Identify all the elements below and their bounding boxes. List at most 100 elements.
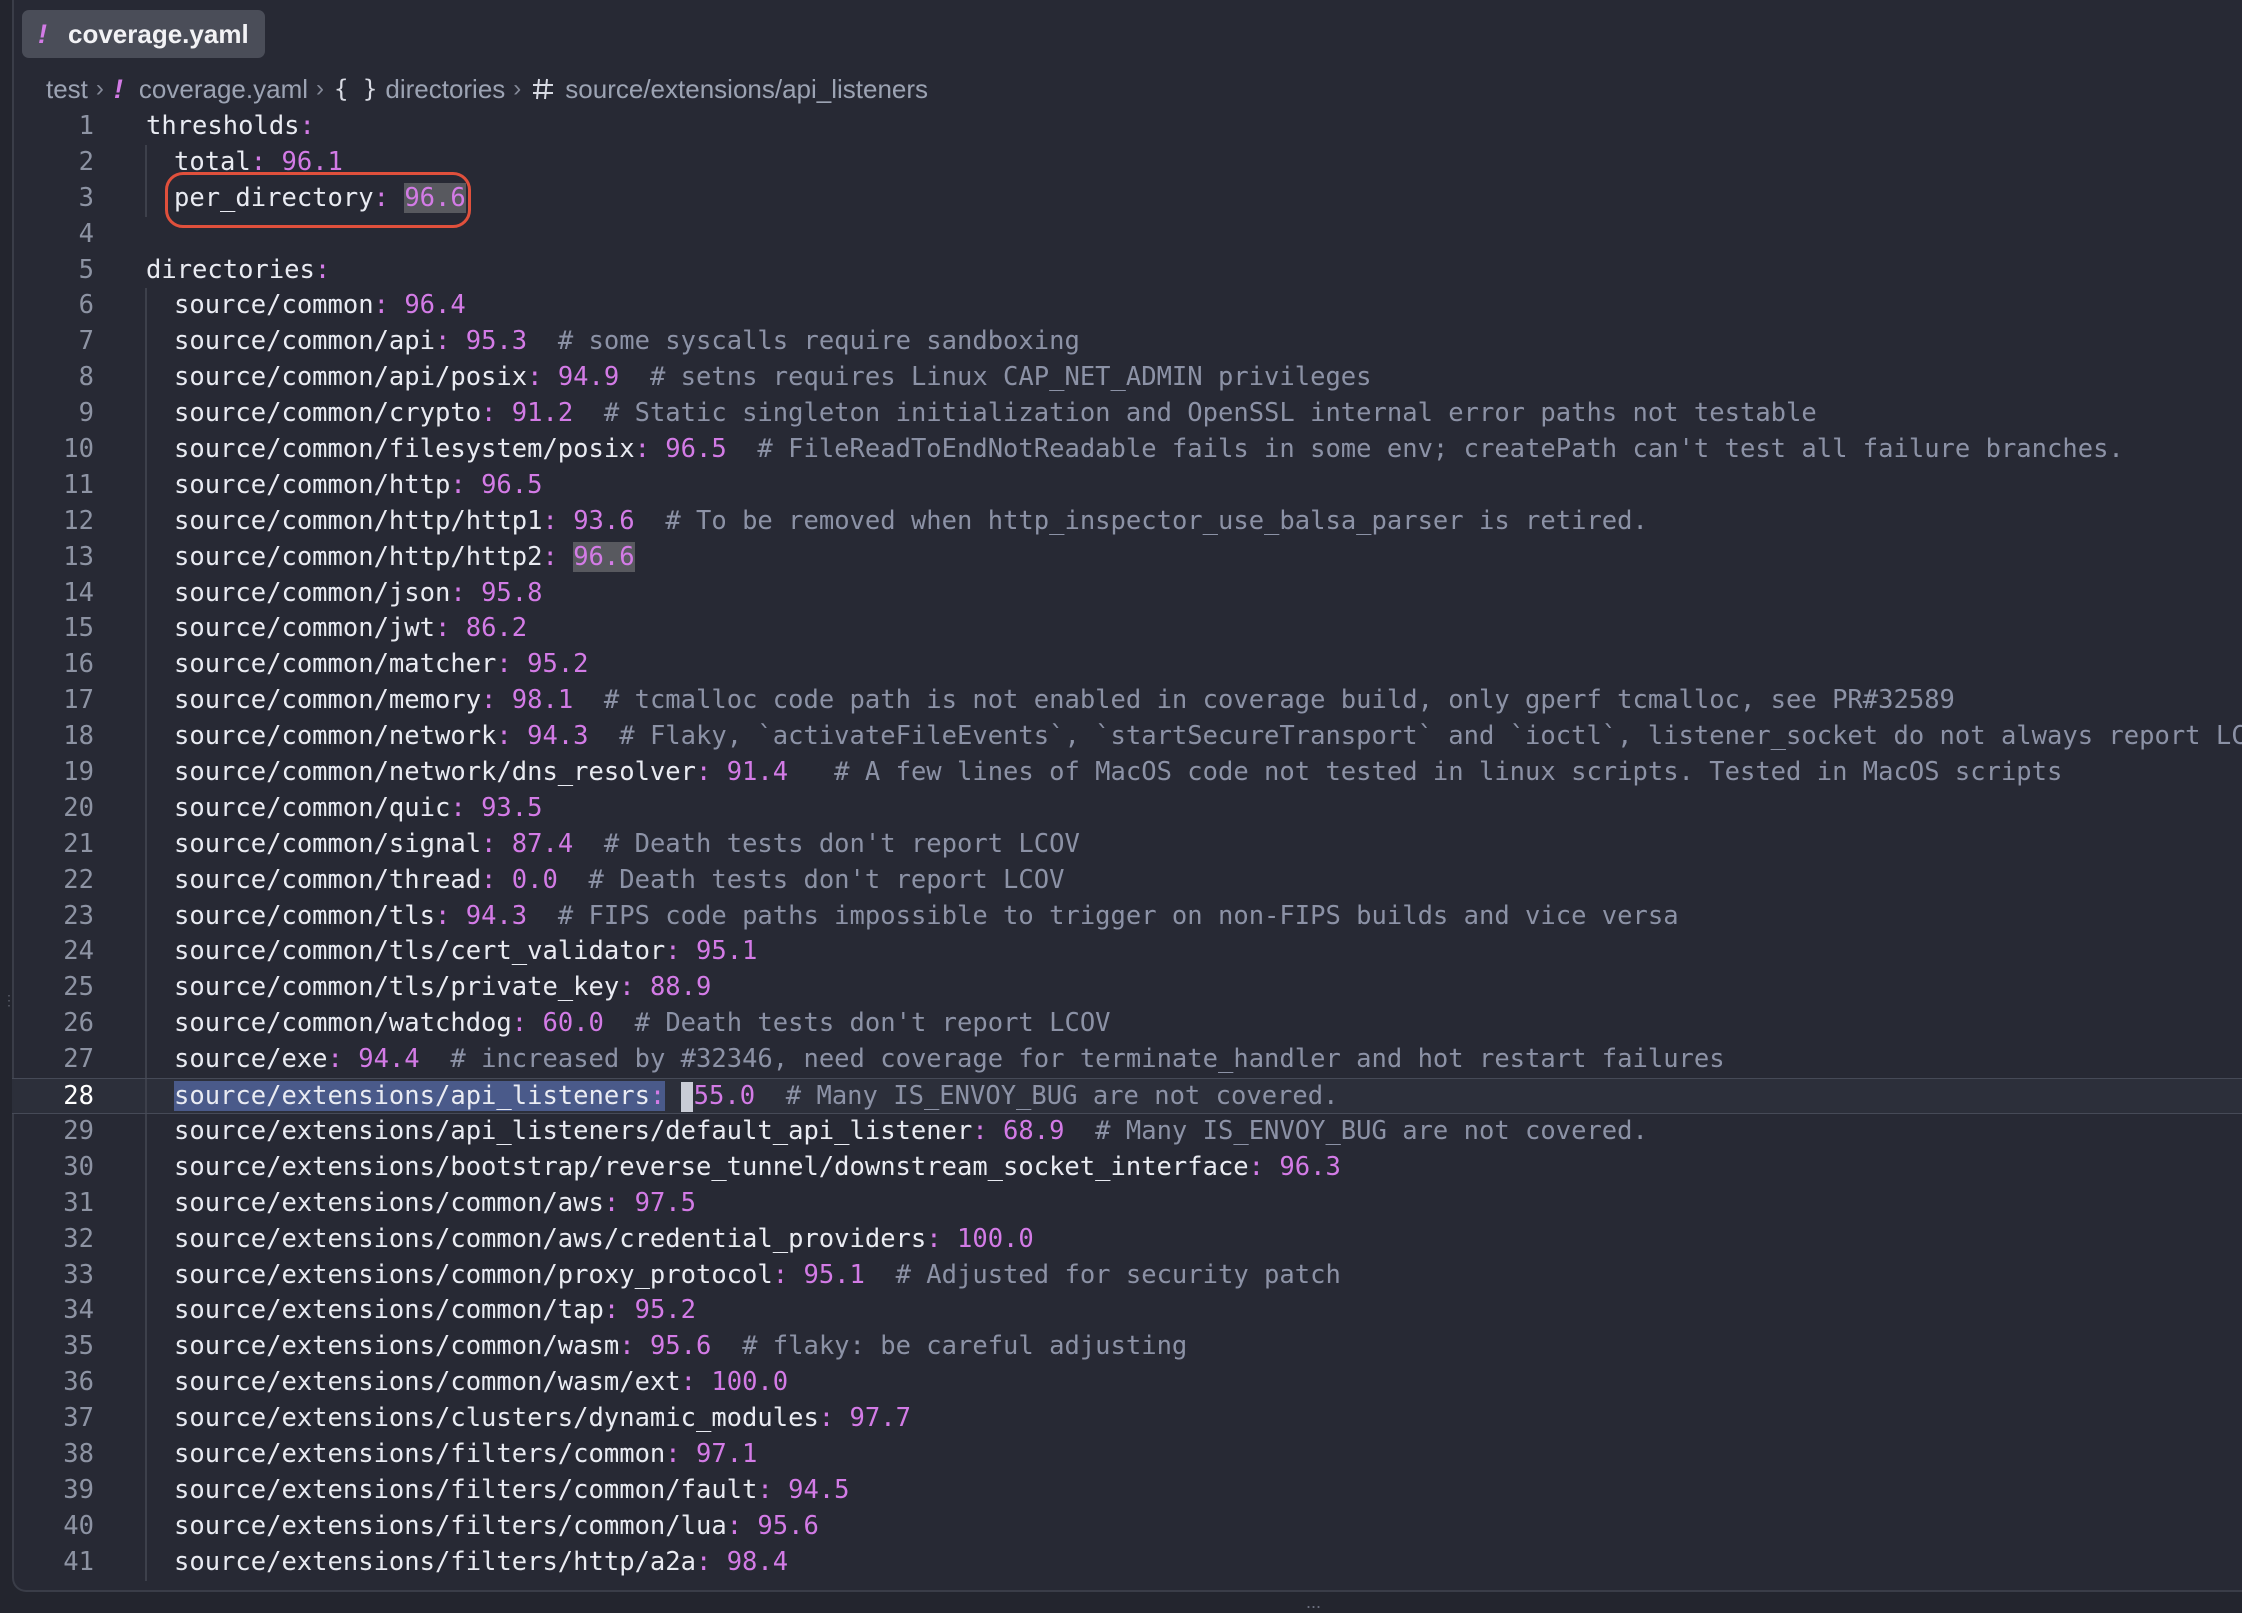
indent-guide <box>145 1185 147 1222</box>
code-line[interactable]: 32 source/extensions/common/aws/credentia… <box>12 1221 2242 1258</box>
yaml-value: 91.4 <box>726 757 789 788</box>
breadcrumb-directories[interactable]: directories <box>385 74 505 105</box>
code-text: source/extensions/filters/common/lua: 95… <box>174 1509 819 1545</box>
indent-guide <box>145 1365 147 1402</box>
code-text: source/extensions/filters/common: 97.1 <box>174 1437 757 1473</box>
yaml-key: source/common/filesystem/posix <box>174 434 635 465</box>
yaml-key: source/common/watchdog <box>174 1008 512 1039</box>
code-line[interactable]: 27 source/exe: 94.4 # increased by #32346… <box>12 1042 2242 1079</box>
line-number: 18 <box>63 721 94 752</box>
line-number: 35 <box>63 1331 94 1362</box>
yaml-colon: : <box>481 828 497 859</box>
breadcrumb-test[interactable]: test <box>46 74 88 105</box>
code-editor[interactable]: 1 thresholds: 2 total: 96.1 3 per_directory: … <box>12 109 2242 1581</box>
yaml-comment: # Flaky, `activateFileEvents`, `startSec… <box>588 721 2242 752</box>
code-line[interactable]: 19 source/common/network/dns_resolver: 91… <box>12 755 2242 791</box>
code-line[interactable]: 9 source/common/crypto: 91.2 # Static sin… <box>12 396 2242 433</box>
code-line[interactable]: 10 source/common/filesystem/posix: 96.5 #… <box>12 432 2242 468</box>
code-line[interactable]: 34 source/extensions/common/tap: 95.2 <box>12 1293 2242 1330</box>
code-text: source/common: 96.4 <box>174 288 466 324</box>
code-line[interactable]: 33 source/extensions/common/proxy_protoco… <box>12 1257 2242 1294</box>
code-line[interactable]: 23 source/common/tls: 94.3 # FIPS code pa… <box>12 898 2242 935</box>
code-line[interactable]: 20 source/common/quic: 93.5 <box>12 790 2242 827</box>
code-line[interactable]: 28 source/extensions/api_listeners: 55.0 … <box>12 1078 2242 1114</box>
yaml-colon: : <box>726 1510 743 1541</box>
code-line[interactable]: 31 source/extensions/common/aws: 97.5 <box>12 1185 2242 1222</box>
chevron-right-icon: › <box>316 75 324 102</box>
code-line[interactable]: 39 source/extensions/filters/common/fault… <box>12 1472 2242 1509</box>
code-line[interactable]: 36 source/extensions/common/wasm/ext: 100… <box>12 1365 2242 1402</box>
code-text: source/extensions/common/wasm/ext: 100.0 <box>174 1365 788 1401</box>
code-text: source/common/signal: 87.4 # Death tests… <box>174 827 1080 863</box>
code-line[interactable]: 18 source/common/network: 94.3 # Flaky, `… <box>12 719 2242 756</box>
yaml-comment: # Many IS_ENVOY_BUG are not covered. <box>1064 1115 1648 1146</box>
breadcrumb-api-listeners[interactable]: source/extensions/api_listeners <box>565 74 928 105</box>
code-line[interactable]: 6 source/common: 96.4 <box>12 288 2242 325</box>
code-line[interactable]: 30 source/extensions/bootstrap/reverse_tu… <box>12 1149 2242 1186</box>
code-line[interactable]: 12 source/common/http/http1: 93.6 # To be… <box>12 503 2242 540</box>
yaml-file-icon: ! <box>113 73 123 104</box>
line-number: 3 <box>78 182 94 213</box>
annotation-highlight-box <box>165 172 471 228</box>
code-line[interactable]: 37 source/extensions/clusters/dynamic_mod… <box>12 1401 2242 1437</box>
yaml-key: source/extensions/api_listeners/default_… <box>174 1115 973 1146</box>
indent-guide <box>145 1006 147 1043</box>
code-text: source/common/api/posix: 94.9 # setns re… <box>174 360 1372 396</box>
code-line[interactable]: 15 source/common/jwt: 86.2 <box>12 611 2242 648</box>
yaml-value: 95.6 <box>649 1331 712 1362</box>
line-number: 25 <box>63 972 94 1003</box>
tab-coverage-yaml[interactable]: ! coverage.yaml <box>22 10 265 58</box>
code-line[interactable]: 16 source/common/matcher: 95.2 <box>12 647 2242 684</box>
code-line[interactable]: 11 source/common/http: 96.5 <box>12 467 2242 504</box>
object-braces-icon: { } <box>334 75 378 103</box>
code-line[interactable]: 40 source/extensions/filters/common/lua: … <box>12 1508 2242 1545</box>
code-text: source/common/tls: 94.3 # FIPS code path… <box>174 899 1679 935</box>
code-line[interactable]: 24 source/common/tls/cert_validator: 95.1 <box>12 934 2242 971</box>
line-number: 11 <box>63 469 94 500</box>
code-text: source/common/network/dns_resolver: 91.4… <box>174 755 2062 791</box>
scroll-indicator[interactable]: ... <box>1306 1592 1321 1613</box>
yaml-colon: : <box>1248 1151 1265 1182</box>
code-line[interactable]: 29 source/extensions/api_listeners/defaul… <box>12 1113 2242 1150</box>
indent-guide <box>145 144 147 181</box>
line-number: 5 <box>78 254 94 285</box>
yaml-colon: : <box>757 1474 773 1505</box>
breadcrumb-coverage-yaml[interactable]: coverage.yaml <box>139 74 308 105</box>
yaml-colon: : <box>603 1187 620 1218</box>
chevron-right-icon: › <box>513 75 522 102</box>
code-line[interactable]: 8 source/common/api/posix: 94.9 # setns r… <box>12 360 2242 397</box>
code-text: source/extensions/common/proxy_protocol:… <box>174 1258 1341 1294</box>
yaml-key: source/extensions/common/aws/credential_… <box>174 1223 927 1254</box>
code-line[interactable]: 22 source/common/thread: 0.0 # Death test… <box>12 862 2242 899</box>
code-line[interactable]: 14 source/common/json: 95.8 <box>12 575 2242 612</box>
yaml-colon: : <box>450 577 466 608</box>
indent-guide <box>145 862 147 899</box>
code-line[interactable]: 1 thresholds: <box>12 109 2242 145</box>
code-line[interactable]: 41 source/extensions/filters/http/a2a: 98… <box>12 1544 2242 1581</box>
yaml-comment: # increased by #32346, need coverage for… <box>419 1044 1725 1075</box>
yaml-colon: : <box>695 757 712 788</box>
code-line[interactable]: 21 source/common/signal: 87.4 # Death tes… <box>12 826 2242 863</box>
line-number: 17 <box>63 685 94 716</box>
code-line[interactable]: 25 source/common/tls/private_key: 88.9 <box>12 970 2242 1007</box>
indent-guide <box>145 683 147 720</box>
code-text: source/common/tls/private_key: 88.9 <box>174 970 711 1006</box>
code-line[interactable]: 26 source/common/watchdog: 60.0 # Death t… <box>12 1006 2242 1043</box>
code-line[interactable]: 38 source/extensions/filters/common: 97.1 <box>12 1436 2242 1473</box>
yaml-comment: # FileReadToEndNotReadable fails in some… <box>726 434 2124 465</box>
code-text: source/common/json: 95.8 <box>174 576 542 612</box>
yaml-key: source/common/quic <box>174 792 451 823</box>
code-line[interactable]: 35 source/extensions/common/wasm: 95.6 # … <box>12 1329 2242 1366</box>
indent-guide <box>145 1293 147 1330</box>
breadcrumb: test › ! coverage.yaml › { } directories… <box>46 70 928 108</box>
yaml-key: source/common/http/http2 <box>174 541 543 572</box>
indent-guide <box>145 432 147 468</box>
yaml-comment: # setns requires Linux CAP_NET_ADMIN pri… <box>619 362 1372 393</box>
yaml-key: source/extensions/common/wasm/ext <box>174 1367 681 1398</box>
code-text: source/common/watchdog: 60.0 # Death tes… <box>174 1006 1111 1042</box>
code-line[interactable]: 13 source/common/http/http2: 96.6 <box>12 539 2242 576</box>
code-line[interactable]: 5 directories: <box>12 253 2242 289</box>
yaml-key: source/extensions/filters/common/fault <box>174 1474 758 1505</box>
code-line[interactable]: 7 source/common/api: 95.3 # some syscalls… <box>12 324 2242 361</box>
code-line[interactable]: 17 source/common/memory: 98.1 # tcmalloc … <box>12 683 2242 720</box>
